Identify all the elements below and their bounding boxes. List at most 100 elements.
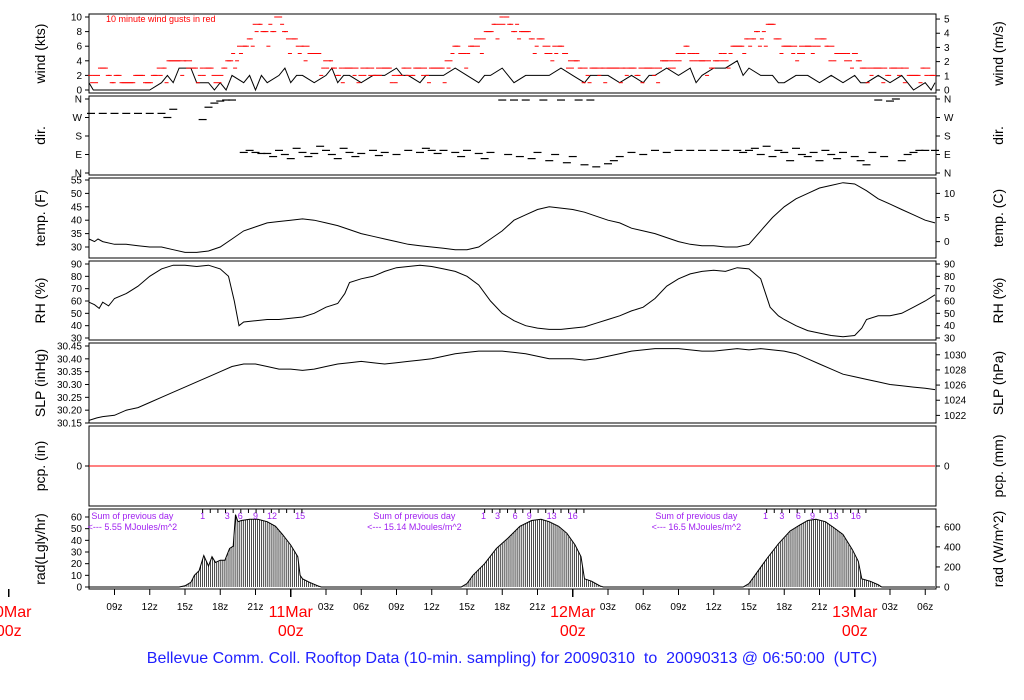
y-tick-label: 50 — [71, 309, 83, 320]
y-tick-label: W — [73, 113, 83, 124]
y-tick-label-right: 10 — [944, 189, 956, 200]
y-tick-label-right: 2 — [944, 57, 950, 68]
day-label-date: 12Mar — [550, 604, 596, 621]
x-tick-label: 09z — [388, 602, 404, 613]
y-tick-label: 30.45 — [57, 342, 82, 353]
y-tick-label-right: 5 — [944, 213, 950, 224]
y-tick-label-right: 40 — [944, 321, 956, 332]
gust-annotation: 10 minute wind gusts in red — [106, 14, 216, 24]
y-tick-label: 8 — [76, 27, 82, 38]
x-tick-label: 03z — [318, 602, 334, 613]
x-tick-label: 21z — [811, 602, 827, 613]
y-tick-label: 50 — [71, 524, 83, 535]
x-tick-label: 12z — [706, 602, 722, 613]
x-tick-label: 21z — [529, 602, 545, 613]
day-label-time: 00z — [0, 623, 22, 640]
y-tick-label: 10 — [71, 571, 83, 582]
x-tick-label: 18z — [212, 602, 228, 613]
x-tick-label: 09z — [106, 602, 122, 613]
y-tick-label: 30 — [71, 243, 83, 254]
y-tick-label-right: 0 — [944, 583, 950, 594]
solar-hour-label: 3 — [495, 511, 500, 521]
y-tick-label: 30.30 — [57, 380, 82, 391]
solar-hour-label: 1 — [763, 511, 768, 521]
y-tick-label-right: 70 — [944, 284, 956, 295]
y-axis-title-right: dir. — [990, 126, 1006, 145]
solar-hour-label: 6 — [238, 511, 243, 521]
y-tick-label: 0 — [76, 583, 82, 594]
y-tick-label: 20 — [71, 559, 83, 570]
y-axis-title: pcp. (in) — [32, 441, 48, 492]
y-tick-label: 6 — [76, 42, 82, 53]
x-tick-label: 21z — [247, 602, 263, 613]
x-tick-label: 12z — [142, 602, 158, 613]
y-tick-label-right: 80 — [944, 272, 956, 283]
panel-temp-frame — [88, 177, 937, 259]
y-tick-label: 55 — [71, 176, 83, 187]
y-tick-label-right: N — [944, 169, 951, 180]
y-tick-label-right: 600 — [944, 522, 961, 533]
y-tick-label: 30 — [71, 548, 83, 559]
solar-hour-label: 9 — [527, 511, 532, 521]
y-tick-label: 60 — [71, 513, 83, 524]
y-tick-label: 10 — [71, 13, 83, 24]
day-label-date: 11Mar — [269, 604, 314, 621]
radiation-sum-value: <--- 15.14 MJoules/m^2 — [367, 522, 462, 532]
y-tick-label: S — [75, 132, 82, 143]
y-tick-label: 40 — [71, 216, 83, 227]
y-tick-label: 4 — [76, 56, 82, 67]
day-label-date: 10Mar — [0, 604, 32, 621]
radiation-sum-value: <--- 16.5 MJoules/m^2 — [652, 522, 742, 532]
radiation-sum-label: Sum of previous day — [655, 511, 738, 521]
y-tick-label-right: 4 — [944, 29, 950, 40]
y-tick-label: 30.15 — [57, 419, 82, 430]
x-tick-label: 18z — [776, 602, 792, 613]
x-tick-label: 12z — [424, 602, 440, 613]
x-tick-label: 06z — [635, 602, 651, 613]
y-axis-title-right: RH (%) — [990, 278, 1006, 324]
y-tick-label: 40 — [71, 536, 83, 547]
y-axis-title: temp. (F) — [32, 190, 48, 247]
y-axis-title-right: temp. (C) — [990, 189, 1006, 247]
panel-slp-frame — [88, 342, 937, 424]
x-tick-label: 03z — [882, 602, 898, 613]
y-tick-label: 45 — [71, 202, 83, 213]
solar-hour-label: 12 — [267, 511, 277, 521]
y-tick-label-right: 90 — [944, 260, 956, 271]
y-tick-label: E — [75, 150, 82, 161]
y-tick-label-right: 1024 — [944, 396, 967, 407]
x-tick-label: 06z — [917, 602, 933, 613]
y-tick-label-right: 400 — [944, 542, 961, 553]
y-tick-label-right: 200 — [944, 562, 961, 573]
y-tick-label-right: 3 — [944, 43, 950, 54]
y-tick-label-right: 1028 — [944, 365, 967, 376]
y-axis-title-right: rad (W/m^2) — [990, 511, 1006, 588]
radiation-sum-label: Sum of previous day — [91, 511, 174, 521]
y-tick-label: 30.35 — [57, 367, 82, 378]
panel-rh-frame — [88, 260, 937, 341]
slp-series-line — [88, 348, 936, 421]
y-tick-label: 70 — [71, 284, 83, 295]
y-tick-label-right: 5 — [944, 15, 950, 26]
solar-hour-label: 1 — [481, 511, 486, 521]
y-axis-title: dir. — [32, 126, 48, 145]
temp-series-line — [88, 182, 936, 253]
y-tick-label-right: W — [944, 113, 954, 124]
y-tick-label: 50 — [71, 189, 83, 200]
y-tick-label: 80 — [71, 272, 83, 283]
day-label-time: 00z — [560, 623, 586, 640]
y-axis-title: SLP (inHg) — [32, 349, 48, 417]
y-tick-label: 30.20 — [57, 406, 82, 417]
solar-hour-label: 13 — [547, 511, 557, 521]
y-tick-label-right: 1022 — [944, 411, 967, 422]
y-tick-label-right: 0 — [944, 237, 950, 248]
day-label-date: 13Mar — [832, 604, 878, 621]
solar-hour-label: 15 — [295, 511, 305, 521]
x-tick-label: 06z — [353, 602, 369, 613]
x-tick-label: 09z — [670, 602, 686, 613]
radiation-sum-value: <--- 5.55 MJoules/m^2 — [88, 522, 178, 532]
y-tick-label: 0 — [76, 462, 82, 473]
y-tick-label: 35 — [71, 229, 83, 240]
y-tick-label: 30.40 — [57, 354, 82, 365]
y-tick-label: 2 — [76, 71, 82, 82]
